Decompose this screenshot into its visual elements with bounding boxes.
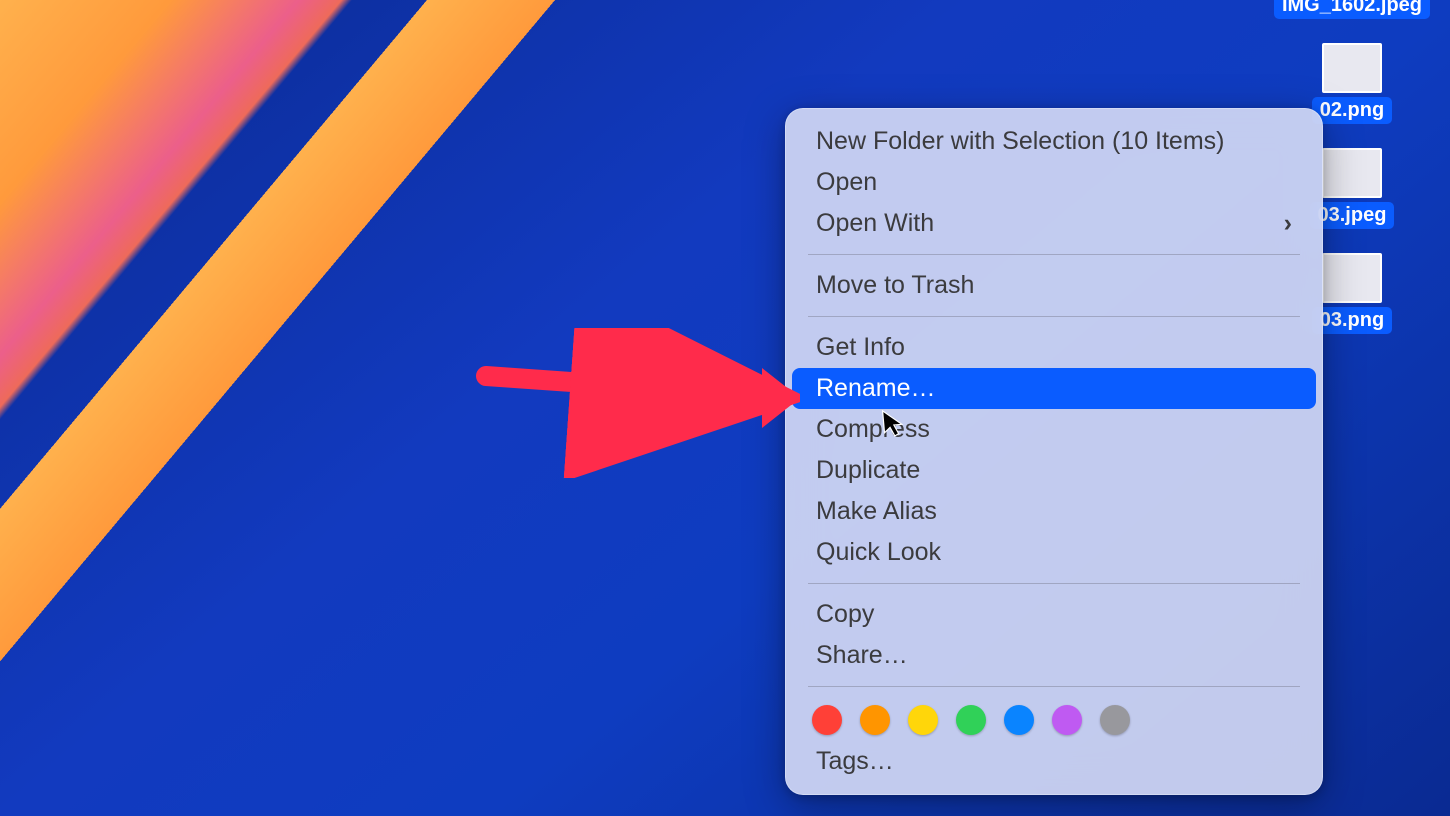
- menu-item-duplicate[interactable]: Duplicate: [792, 450, 1316, 491]
- menu-item-label: Move to Trash: [816, 271, 974, 300]
- tag-color-row: [786, 697, 1322, 737]
- file-thumbnail: [1322, 148, 1382, 198]
- menu-item-label: Compress: [816, 415, 930, 444]
- menu-item-make-alias[interactable]: Make Alias: [792, 491, 1316, 532]
- tag-dot-red[interactable]: [812, 705, 842, 735]
- chevron-right-icon: ›: [1284, 209, 1292, 238]
- menu-item-new-folder-with-selection[interactable]: New Folder with Selection (10 Items): [792, 121, 1316, 162]
- menu-item-rename[interactable]: Rename…: [792, 368, 1316, 409]
- desktop-file[interactable]: IMG_1602.jpeg: [1274, 0, 1430, 19]
- menu-item-label: Get Info: [816, 333, 905, 362]
- file-label: IMG_1602.jpeg: [1274, 0, 1430, 19]
- menu-item-compress[interactable]: Compress: [792, 409, 1316, 450]
- menu-item-label: Open With: [816, 209, 934, 238]
- desktop-file[interactable]: 03.png: [1312, 253, 1392, 334]
- menu-item-quick-look[interactable]: Quick Look: [792, 532, 1316, 573]
- menu-item-label: Quick Look: [816, 538, 941, 567]
- menu-item-label: Duplicate: [816, 456, 920, 485]
- tag-dot-orange[interactable]: [860, 705, 890, 735]
- menu-item-open-with[interactable]: Open With ›: [792, 203, 1316, 244]
- file-thumbnail: [1322, 43, 1382, 93]
- menu-separator: [808, 316, 1300, 317]
- menu-separator: [808, 254, 1300, 255]
- file-label: 03.png: [1312, 307, 1392, 334]
- tag-dot-yellow[interactable]: [908, 705, 938, 735]
- menu-item-tags[interactable]: Tags…: [792, 741, 1316, 782]
- menu-item-label: Make Alias: [816, 497, 937, 526]
- context-menu: New Folder with Selection (10 Items) Ope…: [785, 108, 1323, 795]
- tag-dot-green[interactable]: [956, 705, 986, 735]
- menu-separator: [808, 686, 1300, 687]
- menu-item-open[interactable]: Open: [792, 162, 1316, 203]
- menu-item-label: Copy: [816, 600, 874, 629]
- menu-item-copy[interactable]: Copy: [792, 594, 1316, 635]
- menu-item-label: Open: [816, 168, 877, 197]
- menu-item-label: Share…: [816, 641, 908, 670]
- tag-dot-purple[interactable]: [1052, 705, 1082, 735]
- menu-item-share[interactable]: Share…: [792, 635, 1316, 676]
- tag-dot-gray[interactable]: [1100, 705, 1130, 735]
- menu-item-move-to-trash[interactable]: Move to Trash: [792, 265, 1316, 306]
- menu-item-label: New Folder with Selection (10 Items): [816, 127, 1224, 156]
- tag-dot-blue[interactable]: [1004, 705, 1034, 735]
- menu-item-get-info[interactable]: Get Info: [792, 327, 1316, 368]
- file-thumbnail: [1322, 253, 1382, 303]
- file-label: 02.png: [1312, 97, 1392, 124]
- menu-item-label: Tags…: [816, 747, 894, 776]
- desktop-file[interactable]: 02.png: [1312, 43, 1392, 124]
- menu-separator: [808, 583, 1300, 584]
- menu-item-label: Rename…: [816, 374, 936, 403]
